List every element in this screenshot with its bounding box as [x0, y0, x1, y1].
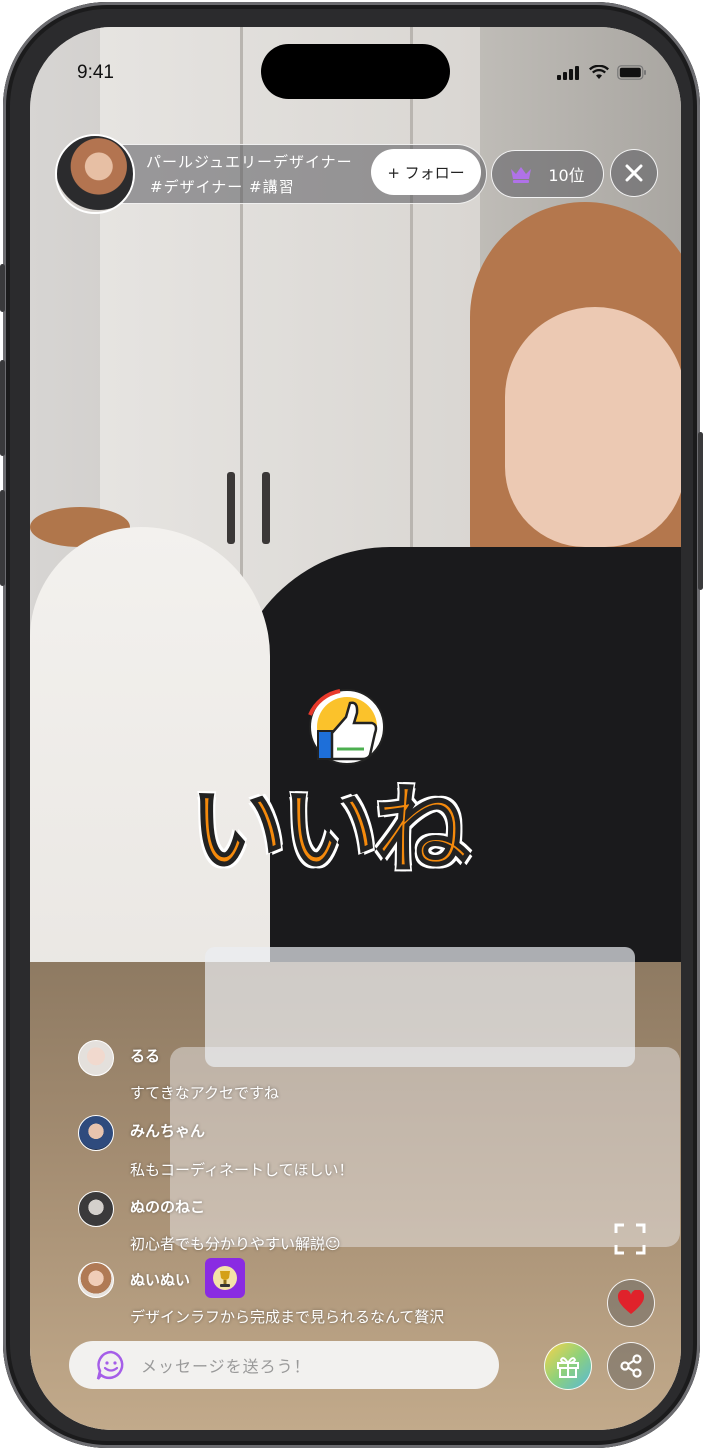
volume-down-button — [0, 490, 5, 586]
wifi-icon — [589, 65, 609, 79]
follow-button[interactable]: + フォロー — [371, 149, 481, 195]
commenter-avatar — [78, 1262, 114, 1298]
rank-button[interactable]: 10位 — [491, 150, 604, 198]
fullscreen-button[interactable] — [614, 1223, 646, 1255]
commenter-avatar — [78, 1191, 114, 1227]
power-button — [698, 432, 703, 590]
close-icon — [625, 164, 643, 182]
heart-icon — [617, 1290, 645, 1314]
gift-icon — [557, 1357, 579, 1378]
host-name: パールジュエリーデザイナー — [146, 153, 353, 171]
trophy-badge — [205, 1258, 245, 1298]
like-button[interactable] — [607, 1279, 655, 1327]
rank-label: 10位 — [548, 166, 585, 185]
commenter-name: ぬいぬい — [130, 1271, 191, 1289]
close-button[interactable] — [610, 149, 658, 197]
comment-text: デザインラフから完成まで見られるなんて贅沢 — [130, 1308, 445, 1326]
status-icons — [557, 65, 647, 80]
commenter-name: るる — [130, 1047, 161, 1065]
volume-up-button — [0, 360, 5, 456]
signal-icon — [557, 65, 579, 80]
commenter-avatar — [78, 1040, 114, 1076]
message-input[interactable]: メッセージを送ろう！ — [69, 1341, 499, 1389]
gift-button[interactable] — [544, 1342, 592, 1390]
mute-switch — [0, 264, 5, 312]
battery-icon — [617, 65, 646, 80]
comment-text: 初心者でも分かりやすい解説☺ — [130, 1235, 341, 1253]
share-icon — [620, 1354, 642, 1378]
host-avatar[interactable] — [55, 134, 135, 214]
reaction-text: いいね — [189, 773, 471, 887]
dynamic-island — [261, 44, 450, 99]
comment-text: すてきなアクセですね — [130, 1084, 279, 1102]
commenter-avatar — [78, 1115, 114, 1151]
commenter-name: ぬののねこ — [130, 1198, 206, 1216]
fullscreen-icon — [614, 1223, 646, 1255]
commenter-name: みんちゃん — [130, 1122, 206, 1140]
screen: 9:41 パールジュエリーデザイナー #デザイナー #講習 + フォロー 10位… — [30, 27, 681, 1430]
crown-icon — [511, 167, 532, 183]
status-time: 9:41 — [77, 62, 114, 83]
follow-label: + フォロー — [387, 163, 465, 182]
message-placeholder: メッセージを送ろう！ — [141, 1357, 311, 1376]
host-tags: #デザイナー #講習 — [150, 178, 295, 196]
comment-text: 私もコーディネートしてほしい！ — [130, 1161, 354, 1179]
emoji-icon — [96, 1350, 124, 1380]
share-button[interactable] — [607, 1342, 655, 1390]
trophy-icon — [213, 1266, 237, 1290]
phone-frame: 9:41 パールジュエリーデザイナー #デザイナー #講習 + フォロー 10位… — [0, 2, 703, 1448]
